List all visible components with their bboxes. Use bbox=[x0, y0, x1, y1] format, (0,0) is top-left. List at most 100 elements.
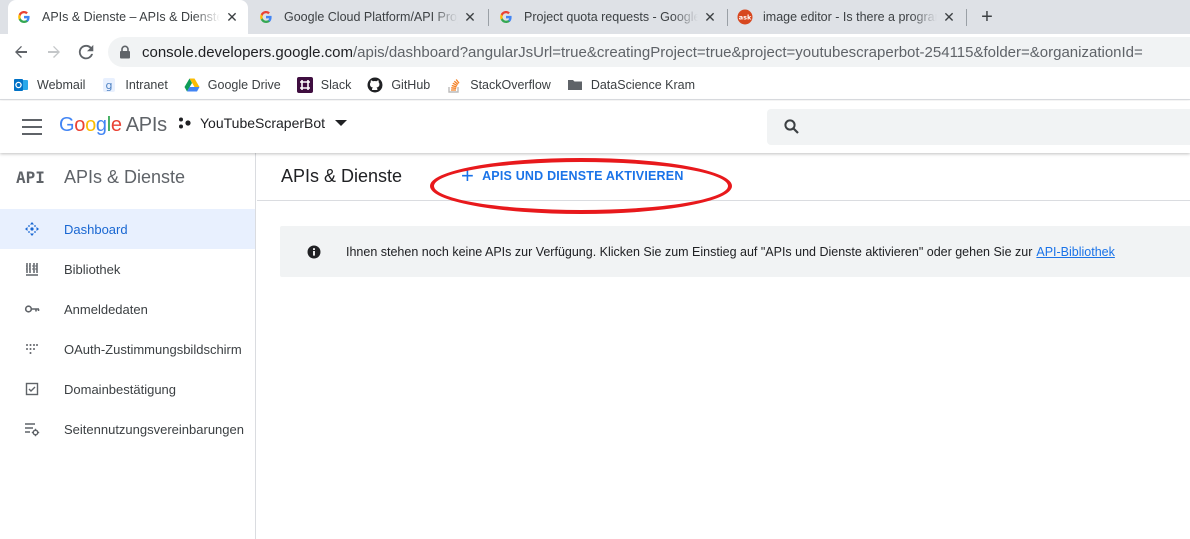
arrow-left-icon bbox=[15, 46, 27, 58]
plus-icon: + bbox=[461, 163, 475, 188]
svg-text:g: g bbox=[106, 79, 113, 92]
bookmark-label: Webmail bbox=[37, 77, 86, 92]
reload-icon bbox=[78, 44, 94, 60]
bookmark-label: StackOverflow bbox=[470, 77, 551, 92]
tab-close-icon[interactable]: ✕ bbox=[462, 9, 478, 25]
chevron-down-icon bbox=[335, 120, 348, 126]
search-icon bbox=[784, 119, 799, 134]
google-g-icon bbox=[16, 9, 32, 25]
svg-text:ask: ask bbox=[739, 14, 752, 22]
github-icon bbox=[367, 77, 383, 93]
sidebar-nav: Dashboard Bibliothek Anmeldedaten OAuth-… bbox=[0, 209, 255, 449]
tab-title: Project quota requests - Google bbox=[524, 10, 698, 24]
bookmark-datascience-folder[interactable]: DataScience Kram bbox=[567, 77, 695, 93]
address-bar[interactable]: console.developers.google.com/apis/dashb… bbox=[108, 37, 1190, 67]
tab-close-icon[interactable]: ✕ bbox=[941, 9, 957, 25]
google-drive-icon bbox=[184, 77, 200, 93]
project-selector[interactable]: YouTubeScraperBot bbox=[178, 115, 348, 131]
bookmark-label: Slack bbox=[320, 77, 352, 92]
intranet-icon: g bbox=[101, 77, 117, 93]
enable-apis-button[interactable]: + APIS UND DIENSTE AKTIVIEREN bbox=[461, 163, 684, 188]
arrow-right-icon bbox=[48, 46, 60, 58]
google-g-icon bbox=[498, 9, 514, 25]
sidebar-item-label: Bibliothek bbox=[64, 261, 121, 277]
bookmark-webmail[interactable]: Webmail bbox=[13, 77, 85, 93]
project-name: YouTubeScraperBot bbox=[200, 115, 326, 131]
back-button[interactable] bbox=[10, 41, 32, 63]
search-input[interactable] bbox=[811, 119, 1190, 135]
sidebar-item-label: Seitennutzungsvereinbarungen bbox=[64, 421, 244, 437]
forward-button[interactable] bbox=[43, 41, 65, 63]
url-host: console.developers.google.com bbox=[142, 43, 353, 61]
library-icon bbox=[24, 261, 40, 277]
enable-apis-label: APIS UND DIENSTE AKTIVIEREN bbox=[482, 169, 684, 183]
sidebar-item-domain-verification[interactable]: Domainbestätigung bbox=[0, 369, 255, 409]
bookmark-stackoverflow[interactable]: StackOverflow bbox=[446, 77, 551, 93]
tab-close-icon[interactable]: ✕ bbox=[224, 9, 240, 25]
browser-tab[interactable]: ask image editor - Is there a program ✕ bbox=[729, 0, 965, 34]
sidebar-item-credentials[interactable]: Anmeldedaten bbox=[0, 289, 255, 329]
menu-icon[interactable] bbox=[22, 119, 42, 135]
tab-title: Google Cloud Platform/API Project bbox=[284, 10, 458, 24]
tab-separator bbox=[488, 9, 489, 26]
api-logo-icon: API bbox=[16, 167, 45, 187]
bookmark-slack[interactable]: Slack bbox=[296, 76, 352, 93]
sidebar-item-label: OAuth-Zustimmungsbildschirm bbox=[64, 341, 242, 357]
info-text: Ihnen stehen noch keine APIs zur Verfügu… bbox=[346, 244, 1033, 259]
browser-toolbar: console.developers.google.com/apis/dashb… bbox=[0, 34, 1190, 70]
browser-tab[interactable]: Google Cloud Platform/API Project ✕ bbox=[250, 0, 486, 34]
oauth-icon bbox=[24, 341, 40, 357]
sidebar: API APIs & Dienste Dashboard Bibliothek … bbox=[0, 153, 256, 539]
tab-title: image editor - Is there a program bbox=[763, 10, 937, 24]
tab-title: APIs & Dienste – APIs & Dienste bbox=[42, 10, 220, 24]
bookmark-intranet[interactable]: g Intranet bbox=[101, 77, 168, 93]
askubuntu-icon: ask bbox=[737, 9, 753, 25]
page-title: APIs & Dienste bbox=[281, 166, 403, 186]
dashboard-icon bbox=[24, 221, 40, 237]
logo-suffix: APIs bbox=[125, 114, 167, 136]
sidebar-title: APIs & Dienste bbox=[64, 166, 186, 187]
bookmarks-bar: Webmail g Intranet Google Drive Slack Gi… bbox=[0, 70, 1190, 100]
bookmark-label: DataScience Kram bbox=[590, 77, 696, 92]
search-bar[interactable] bbox=[767, 109, 1190, 145]
tab-close-icon[interactable]: ✕ bbox=[702, 9, 718, 25]
sidebar-header: API APIs & Dienste bbox=[0, 153, 255, 201]
browser-tab[interactable]: Project quota requests - Google ✕ bbox=[490, 0, 726, 34]
lock-icon bbox=[120, 45, 130, 59]
sidebar-item-label: Domainbestätigung bbox=[64, 381, 177, 397]
bookmark-label: Google Drive bbox=[207, 77, 281, 92]
checkbox-icon bbox=[24, 381, 40, 397]
project-icon bbox=[179, 117, 191, 129]
browser-tab-active[interactable]: APIs & Dienste – APIs & Dienste ✕ bbox=[8, 0, 248, 34]
sidebar-item-dashboard[interactable]: Dashboard bbox=[0, 209, 255, 249]
key-icon bbox=[24, 301, 40, 317]
folder-icon bbox=[567, 77, 583, 93]
sidebar-item-oauth[interactable]: OAuth-Zustimmungsbildschirm bbox=[0, 329, 255, 369]
main-content: APIs & Dienste + APIS UND DIENSTE AKTIVI… bbox=[257, 153, 1190, 539]
google-g-icon bbox=[258, 9, 274, 25]
google-apis-logo[interactable]: Google APIs bbox=[59, 114, 167, 137]
bookmark-label: GitHub bbox=[391, 77, 431, 92]
info-banner: Ihnen stehen noch keine APIs zur Verfügu… bbox=[280, 226, 1190, 277]
settings-list-icon bbox=[24, 421, 40, 437]
url-text: console.developers.google.com/apis/dashb… bbox=[142, 44, 1143, 61]
bookmark-label: Intranet bbox=[125, 77, 168, 92]
sidebar-item-label: Dashboard bbox=[64, 221, 128, 237]
slack-icon bbox=[296, 76, 313, 93]
tab-separator bbox=[966, 9, 967, 26]
bookmark-google-drive[interactable]: Google Drive bbox=[184, 77, 281, 93]
sidebar-item-label: Anmeldedaten bbox=[64, 301, 148, 317]
sidebar-item-page-usage-agreements[interactable]: Seitennutzungsvereinbarungen bbox=[0, 409, 255, 449]
info-icon bbox=[307, 245, 321, 258]
main-header: APIs & Dienste bbox=[257, 153, 1190, 201]
bookmark-github[interactable]: GitHub bbox=[367, 77, 430, 93]
sidebar-item-library[interactable]: Bibliothek bbox=[0, 249, 255, 289]
reload-button[interactable] bbox=[75, 41, 97, 63]
url-path: /apis/dashboard?angularJsUrl=true&creati… bbox=[352, 43, 1143, 61]
api-library-link[interactable]: API-Bibliothek bbox=[1036, 245, 1115, 259]
stackoverflow-icon bbox=[446, 77, 462, 93]
console-header: Google APIs YouTubeScraperBot bbox=[0, 101, 1190, 153]
outlook-icon bbox=[13, 77, 29, 93]
browser-tab-strip: APIs & Dienste – APIs & Dienste ✕ Google… bbox=[0, 0, 1190, 34]
new-tab-button[interactable]: + bbox=[976, 6, 998, 28]
